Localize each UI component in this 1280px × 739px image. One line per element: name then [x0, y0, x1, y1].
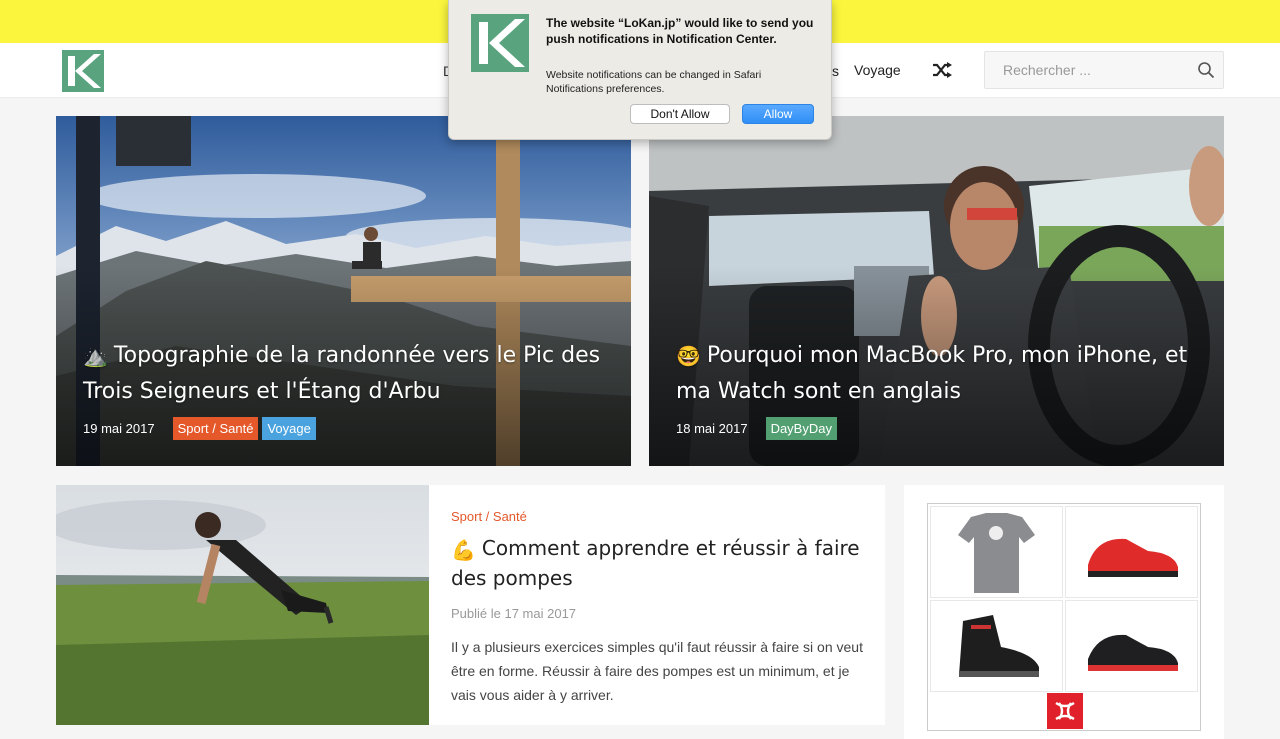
tag-voyage[interactable]: Voyage	[262, 417, 316, 440]
allow-button[interactable]: Allow	[742, 104, 814, 124]
ad-product-boot[interactable]	[930, 600, 1063, 692]
flexed-biceps-emoji-icon: 💪	[451, 537, 476, 562]
post-excerpt: Il y a plusieurs exercices simples qu'il…	[451, 638, 863, 703]
ad-product-black-shoe[interactable]	[1065, 600, 1198, 692]
featured-card-macbook[interactable]: 🤓 Pourquoi mon MacBook Pro, mon iPhone, e…	[649, 116, 1224, 466]
under-armour-logo[interactable]	[1047, 693, 1083, 729]
post-image-pushups[interactable]	[56, 485, 429, 725]
ad-banner: ▷✕	[927, 503, 1201, 731]
featured-title[interactable]: 🤓 Pourquoi mon MacBook Pro, mon iPhone, e…	[676, 338, 1196, 410]
featured-title-text: Topographie de la randonnée vers le Pic …	[83, 343, 601, 404]
featured-title-text: Pourquoi mon MacBook Pro, mon iPhone, et…	[676, 343, 1188, 404]
shoe-icon	[1088, 634, 1178, 671]
featured-title[interactable]: ⛰️ Topographie de la randonnée vers le Pi…	[83, 338, 603, 410]
tag-daybyday[interactable]: DayByDay	[765, 417, 837, 440]
search-box	[984, 51, 1224, 89]
post-date: 18 mai 2017	[676, 421, 748, 436]
brand-logo-icon	[1055, 701, 1075, 721]
mountain-emoji-icon: ⛰️	[83, 344, 108, 368]
prompt-title: The website “LoKan.jp” would like to sen…	[546, 16, 814, 46]
post-title-text: Comment apprendre et réussir à faire des…	[451, 536, 860, 590]
featured-meta: 18 mai 2017 DayByDay	[676, 417, 841, 440]
post-title[interactable]: 💪 Comment apprendre et réussir à faire de…	[451, 534, 871, 592]
tshirt-icon	[958, 513, 1035, 593]
featured-meta: 19 mai 2017 Sport / Santé Voyage	[83, 417, 320, 440]
site-logo[interactable]	[62, 50, 104, 92]
nav-item-partial[interactable]: s	[832, 63, 839, 79]
post-category[interactable]: Sport / Santé	[451, 509, 871, 524]
nav-item-voyage[interactable]: Voyage	[854, 62, 901, 78]
site-logo	[471, 14, 529, 72]
tag-sport-sante[interactable]: Sport / Santé	[172, 417, 259, 440]
post-date: 19 mai 2017	[83, 421, 155, 436]
safari-notification-prompt: The website “LoKan.jp” would like to sen…	[448, 0, 832, 140]
ad-sidebar: ▷✕	[904, 485, 1224, 739]
shuffle-icon[interactable]	[932, 61, 952, 79]
dont-allow-button[interactable]: Don't Allow	[630, 104, 730, 124]
nerd-face-emoji-icon: 🤓	[676, 344, 701, 368]
ad-product-red-shoe[interactable]	[1065, 506, 1198, 598]
ad-product-tshirt[interactable]	[930, 506, 1063, 598]
post-card-pompes: Sport / Santé 💪 Comment apprendre et réus…	[56, 485, 885, 725]
search-icon[interactable]	[1197, 61, 1215, 79]
shoe-icon	[1088, 538, 1178, 577]
post-body: Sport / Santé 💪 Comment apprendre et réus…	[451, 509, 871, 707]
boot-icon	[959, 615, 1039, 677]
prompt-text: Website notifications can be changed in …	[546, 69, 762, 95]
featured-card-hiking[interactable]: ⛰️ Topographie de la randonnée vers le Pi…	[56, 116, 631, 466]
search-input[interactable]	[985, 52, 1185, 88]
post-date: Publié le 17 mai 2017	[451, 605, 577, 621]
